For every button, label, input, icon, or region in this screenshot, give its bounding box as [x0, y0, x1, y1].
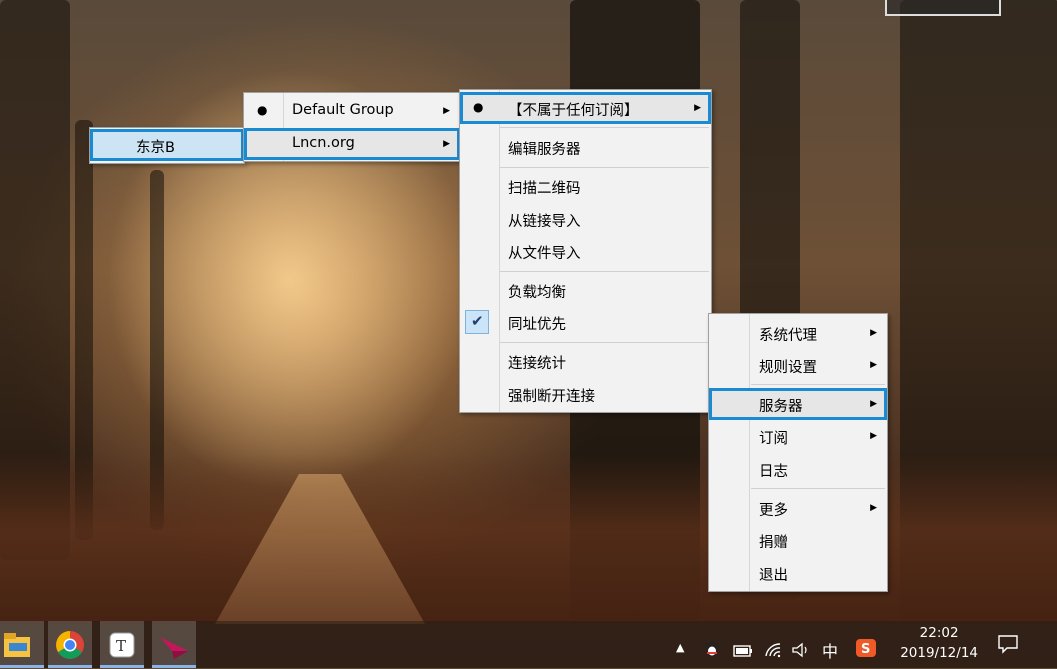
menu-item-rule-settings[interactable]: 规则设置 ▶ [709, 349, 887, 381]
submenu-arrow-icon: ▶ [870, 503, 877, 513]
menu-item-subscription[interactable]: 订阅 ▶ [709, 420, 887, 452]
desktop-widget [885, 0, 1001, 16]
server-item-scan-qr[interactable]: 扫描二维码 [460, 170, 711, 202]
server-item-label: 扫描二维码 [508, 181, 581, 197]
typora-icon[interactable]: T [100, 621, 144, 668]
menu-item-label: 订阅 [759, 431, 788, 447]
file-explorer-icon[interactable] [0, 621, 44, 668]
volume-icon[interactable] [791, 642, 811, 662]
group-item-default[interactable]: ● Default Group ▶ [244, 95, 460, 127]
clock-date: 2019/12/14 [900, 645, 978, 661]
notification-center-icon[interactable] [997, 634, 1019, 658]
server-item-import-link[interactable]: 从链接导入 [460, 203, 711, 235]
location-item-label: 东京B [136, 140, 175, 156]
submenu-arrow-icon: ▶ [443, 106, 450, 116]
menu-item-label: 退出 [759, 568, 788, 584]
menu-item-label: 服务器 [759, 399, 803, 415]
server-item-label: 连接统计 [508, 356, 566, 372]
submenu-arrow-icon: ▶ [870, 399, 877, 409]
group-item-label: Lncn.org [292, 135, 355, 151]
server-item-unsubscribed[interactable]: ● 【不属于任何订阅】 ▶ [460, 92, 711, 124]
menu-item-exit[interactable]: 退出 [709, 557, 887, 589]
server-item-label: 编辑服务器 [508, 142, 581, 158]
ime-indicator[interactable]: 中 [822, 638, 838, 662]
svg-text:S: S [861, 642, 870, 657]
group-item-label: Default Group [292, 102, 394, 118]
show-hidden-icons-icon[interactable]: ▲ [676, 641, 684, 654]
checkmark-icon: ✔ [465, 310, 489, 334]
submenu-arrow-icon: ▶ [870, 360, 877, 370]
submenu-arrow-icon: ▶ [694, 103, 701, 113]
server-item-edit-servers[interactable]: 编辑服务器 [460, 131, 711, 163]
battery-icon[interactable] [733, 644, 753, 662]
menu-item-system-proxy[interactable]: 系统代理 ▶ [709, 317, 887, 349]
server-item-label: 从链接导入 [508, 214, 581, 230]
group-submenu: ● Default Group ▶ Lncn.org ▶ [243, 92, 461, 162]
menu-item-label: 捐赠 [759, 535, 788, 551]
taskbar-clock[interactable]: 22:02 2019/12/14 [900, 623, 978, 663]
penguin-tray-icon[interactable] [704, 640, 720, 662]
submenu-arrow-icon: ▶ [870, 431, 877, 441]
paper-plane-icon[interactable] [152, 621, 196, 668]
selected-dot-icon: ● [257, 103, 268, 117]
location-submenu: 东京B [89, 127, 245, 164]
taskbar: T ▲ 中 S 22:02 2019/12/14 [0, 621, 1057, 668]
chrome-icon[interactable] [48, 621, 92, 668]
tray-context-menu: 系统代理 ▶ 规则设置 ▶ 服务器 ▶ 订阅 ▶ 日志 更多 ▶ 捐赠 退出 [708, 313, 888, 592]
menu-item-label: 日志 [759, 464, 788, 480]
server-item-label: 从文件导入 [508, 246, 581, 262]
server-item-label: 【不属于任何订阅】 [508, 103, 639, 119]
menu-item-servers[interactable]: 服务器 ▶ [709, 388, 887, 420]
menu-item-label: 更多 [759, 503, 788, 519]
server-item-force-disconnect[interactable]: 强制断开连接 [460, 378, 711, 410]
menu-item-label: 系统代理 [759, 328, 817, 344]
server-item-connection-stats[interactable]: 连接统计 [460, 345, 711, 377]
server-item-import-file[interactable]: 从文件导入 [460, 235, 711, 267]
group-item-lncn[interactable]: Lncn.org ▶ [244, 128, 460, 160]
menu-item-more[interactable]: 更多 ▶ [709, 492, 887, 524]
server-item-load-balance[interactable]: 负载均衡 [460, 274, 711, 306]
server-item-label: 强制断开连接 [508, 389, 595, 405]
clock-time: 22:02 [919, 625, 959, 641]
wifi-icon[interactable] [764, 642, 782, 662]
menu-item-label: 规则设置 [759, 360, 817, 376]
server-item-label: 同址优先 [508, 317, 566, 333]
server-item-label: 负载均衡 [508, 285, 566, 301]
selected-dot-icon: ● [473, 100, 484, 114]
location-item-tokyo-b[interactable]: 东京B [90, 129, 244, 161]
submenu-arrow-icon: ▶ [870, 328, 877, 338]
svg-text:T: T [116, 637, 126, 655]
server-item-same-host-first[interactable]: ✔ 同址优先 [460, 306, 711, 338]
submenu-arrow-icon: ▶ [443, 139, 450, 149]
sogou-input-icon[interactable]: S [855, 638, 877, 662]
server-submenu: ● 【不属于任何订阅】 ▶ 编辑服务器 扫描二维码 从链接导入 从文件导入 负载… [459, 89, 712, 413]
menu-item-log[interactable]: 日志 [709, 453, 887, 485]
menu-item-donate[interactable]: 捐赠 [709, 524, 887, 556]
